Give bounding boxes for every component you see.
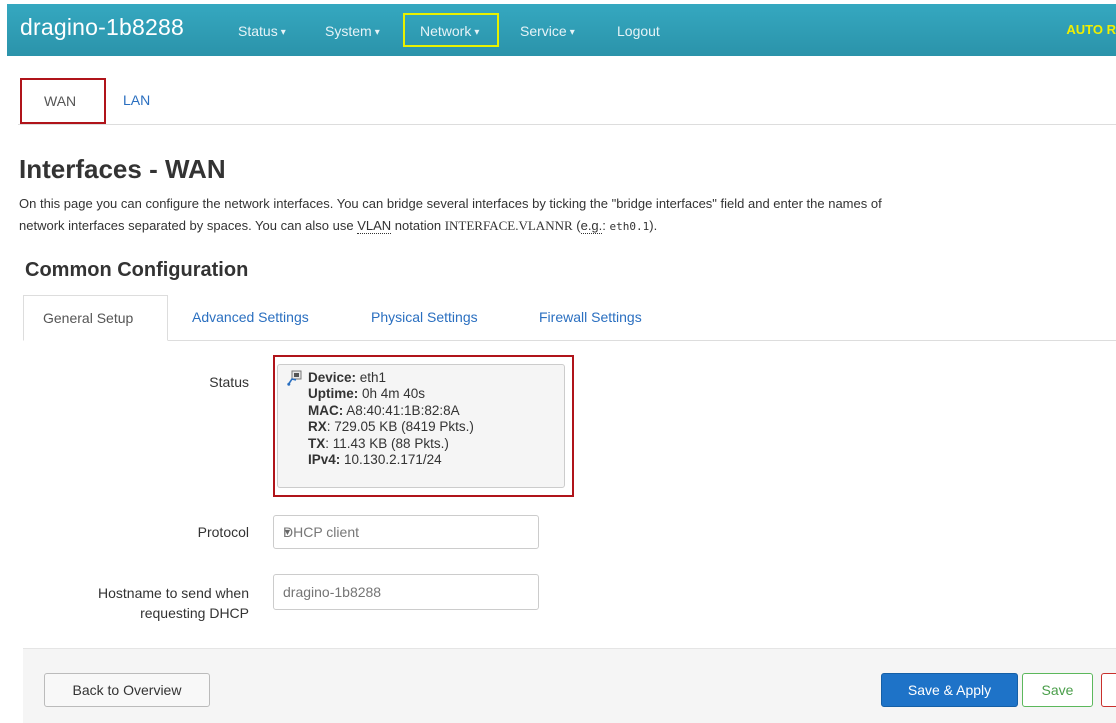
chevron-down-icon: ▾ — [474, 27, 480, 38]
tab-wan-label: WAN — [44, 93, 77, 109]
nav-logout[interactable]: Logout — [617, 23, 660, 39]
description-text: : — [602, 218, 610, 233]
tab-lan[interactable]: LAN — [123, 92, 150, 108]
chevron-down-icon: ▾ — [569, 27, 575, 38]
description-line-1: On this page you can configure the netwo… — [19, 196, 882, 211]
brand-hostname[interactable]: dragino-1b8288 — [20, 14, 184, 41]
back-to-overview-button[interactable]: Back to Overview — [44, 673, 210, 707]
hostname-input[interactable] — [273, 574, 539, 610]
vlan-example-code: eth0.1 — [609, 220, 650, 233]
nav-status-label: Status — [238, 23, 278, 39]
nav-system[interactable]: System ▾ — [325, 23, 380, 39]
tab-wan[interactable]: WAN — [20, 78, 106, 124]
auto-refresh-toggle[interactable]: AUTO R — [1066, 22, 1116, 37]
hostname-label-line-2: requesting DHCP — [140, 605, 249, 621]
page-description: On this page you can configure the netwo… — [19, 193, 1116, 238]
chevron-down-icon: ▾ — [374, 27, 380, 38]
chevron-down-icon: ▾ — [280, 27, 286, 38]
chevron-down-icon: ▼ — [283, 527, 292, 537]
hostname-label-line-1: Hostname to send when — [98, 585, 249, 601]
description-text: ). — [649, 218, 658, 233]
tab-general-setup[interactable]: General Setup — [23, 295, 168, 341]
tab-general-setup-label: General Setup — [43, 310, 134, 326]
tab-firewall-settings[interactable]: Firewall Settings — [539, 309, 642, 325]
tab-advanced-settings[interactable]: Advanced Settings — [192, 309, 309, 325]
status-label: Status — [209, 374, 249, 390]
nav-system-label: System — [325, 23, 372, 39]
nav-network[interactable]: Network ▾ — [420, 23, 479, 39]
description-text: ( — [572, 218, 581, 233]
description-text: notation — [391, 218, 445, 233]
nav-network-label: Network — [420, 23, 472, 39]
eg-abbr: e.g. — [580, 218, 603, 234]
nav-service[interactable]: Service ▾ — [520, 23, 575, 39]
vlan-abbr: VLAN — [357, 218, 392, 234]
page-title: Interfaces - WAN — [19, 154, 226, 184]
save-apply-button[interactable]: Save & Apply — [881, 673, 1018, 707]
section-title: Common Configuration — [25, 259, 249, 281]
tab-physical-settings[interactable]: Physical Settings — [371, 309, 478, 325]
description-text: network interfaces separated by spaces. … — [19, 218, 358, 233]
vlan-notation: INTERFACE.VLANNR — [444, 218, 573, 233]
protocol-select[interactable]: DHCP client ▼ — [273, 515, 539, 549]
save-button[interactable]: Save — [1022, 673, 1093, 707]
tabs-divider — [18, 124, 1116, 125]
nav-service-label: Service — [520, 23, 567, 39]
reset-button[interactable] — [1101, 673, 1116, 707]
status-highlight — [273, 355, 574, 497]
top-navbar: dragino-1b8288 Status ▾ System ▾ Network ▾ … — [7, 4, 1116, 56]
hostname-label: Hostname to send when requesting DHCP — [40, 583, 249, 623]
config-tabs-divider — [23, 340, 1116, 341]
protocol-label: Protocol — [197, 524, 249, 540]
nav-status[interactable]: Status ▾ — [238, 23, 286, 39]
